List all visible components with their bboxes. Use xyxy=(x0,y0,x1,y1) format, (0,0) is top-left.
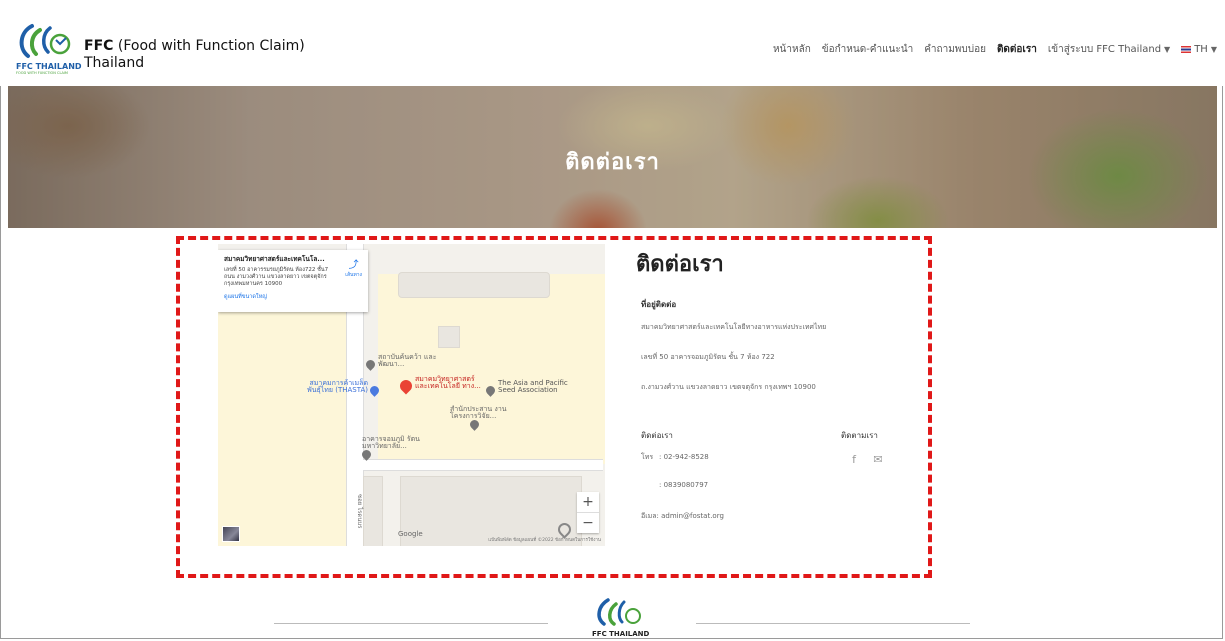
map-area xyxy=(218,304,348,546)
map-pin-icon xyxy=(368,383,381,397)
map-card-address: เลขที่ 50 อาคารรมรยภูมิรัตน ห้อง722 ชั้น… xyxy=(224,267,329,287)
brand-rest: (Food with Function Claim) xyxy=(113,38,305,54)
map-road xyxy=(363,459,603,471)
map-place-pin[interactable]: สำนักประสาน งานโครงการวิจัย... xyxy=(450,405,510,431)
footer-divider xyxy=(274,623,548,624)
directions-button[interactable]: ⤴ เส้นทาง xyxy=(345,256,362,279)
map-larger-link[interactable]: ดูแผนที่ขนาดใหญ่ xyxy=(224,293,362,301)
map-pin-label: สมาคมวิทยาศาสตร์ และเทคโนโลยี ทาง... xyxy=(415,375,481,390)
logo-text: FFC THAILAND xyxy=(16,62,82,71)
directions-icon: ⤴ xyxy=(348,260,359,271)
nav-language[interactable]: TH ▼ xyxy=(1181,44,1217,55)
chevron-down-icon: ▼ xyxy=(1210,45,1217,54)
map-info-card: สมาคมวิทยาศาสตร์และเทคโนโล... เลขที่ 50 … xyxy=(218,250,368,312)
google-logo: Google xyxy=(398,530,423,538)
map-pin-label: อาคารจอมภูมิ รัตน มหาวิทยาลัย... xyxy=(362,435,420,450)
map-attribution: แป้นพิมพ์ลัด ข้อมูลแผนที่ ©2022 ข้อกำหนด… xyxy=(488,538,601,543)
main-nav: หน้าหลัก ข้อกำหนด-คำแนะนำ คำถามพบบ่อย ติ… xyxy=(773,42,1217,57)
map-zoom-control: + − xyxy=(577,492,599,533)
zoom-out-button[interactable]: − xyxy=(577,512,599,533)
map-road-label: ซอย ไรดนบร xyxy=(356,494,363,529)
hero-title: ติดต่อเรา xyxy=(565,150,660,175)
nav-faq[interactable]: คำถามพบบ่อย xyxy=(924,42,986,57)
contact-title: ติดต่อเรา xyxy=(636,252,724,277)
thai-flag-icon xyxy=(1181,45,1192,53)
logo-subtext: FOOD WITH FUNCTION CLAIM xyxy=(16,71,68,75)
location-pin-icon xyxy=(397,377,415,395)
site-header: FFC THAILAND FOOD WITH FUNCTION CLAIM FF… xyxy=(0,0,1225,86)
map-pin-label: สมาคมการค้าเมล็ด พันธุ์ไทย (THASTA) xyxy=(307,379,368,394)
contact-heading: ติดต่อเรา xyxy=(641,431,673,440)
map-building xyxy=(363,476,383,546)
address-heading: ที่อยู่ติดต่อ xyxy=(641,300,677,309)
map-place-pin[interactable]: สถาบันค้นคว้า และพัฒนา... xyxy=(364,353,438,371)
map-pin-icon xyxy=(364,357,377,371)
hero-banner: ติดต่อเรา xyxy=(8,86,1217,228)
directions-label: เส้นทาง xyxy=(345,272,362,278)
follow-heading: ติดตามเรา xyxy=(841,431,878,440)
email-row: อีเมล: admin@fostat.org xyxy=(641,511,724,522)
map-pin-icon xyxy=(468,418,481,431)
footer-divider xyxy=(696,623,970,624)
phone-label: โทร xyxy=(641,453,654,461)
map-pin-label: สำนักประสาน งานโครงการวิจัย... xyxy=(450,405,507,420)
site-brand[interactable]: FFC (Food with Function Claim) Thailand xyxy=(84,38,305,72)
map-pin-icon xyxy=(484,383,497,397)
map-pin-label: The Asia and Pacific Seed Association xyxy=(498,379,568,394)
email-label: อีเมล xyxy=(641,512,657,520)
nav-language-label: TH xyxy=(1194,44,1208,55)
map-pin-label: สถาบันค้นคว้า และพัฒนา... xyxy=(378,353,437,368)
map-place-pin[interactable]: สมาคมการค้าเมล็ด พันธุ์ไทย (THASTA) xyxy=(298,379,382,397)
map-place-pin[interactable]: The Asia and Pacific Seed Association xyxy=(484,379,578,397)
address-line: เลขที่ 50 อาคารจอมภูมิรัตน ชั้น 7 ห้อง 7… xyxy=(641,353,775,361)
map-place-pin[interactable]: อาคารจอมภูมิ รัตน มหาวิทยาลัย... xyxy=(360,435,422,461)
address-line: สมาคมวิทยาศาสตร์และเทคโนโลยีทางอาหารแห่ง… xyxy=(641,323,827,331)
phone-number-2[interactable]: : 0839080797 xyxy=(659,481,708,489)
nav-login[interactable]: เข้าสู่ระบบ FFC Thailand ▼ xyxy=(1048,42,1170,57)
selected-location-pin[interactable]: สมาคมวิทยาศาสตร์ และเทคโนโลยี ทาง... xyxy=(397,375,487,395)
nav-login-label: เข้าสู่ระบบ FFC Thailand xyxy=(1047,44,1162,55)
map-pin-icon xyxy=(360,448,373,461)
email-address[interactable]: : admin@fostat.org xyxy=(657,512,724,520)
nav-home[interactable]: หน้าหลัก xyxy=(773,42,811,57)
address-line: ถ.งามวงศ์วาน แขวงลาดยาว เขตจตุจักร กรุงเ… xyxy=(641,383,816,391)
map-building xyxy=(398,272,550,298)
brand-line2: Thailand xyxy=(84,55,145,71)
map-building xyxy=(438,326,460,348)
nav-regulations[interactable]: ข้อกำหนด-คำแนะนำ xyxy=(822,42,913,57)
phone-row: โทร : 02-942-8528 xyxy=(641,452,709,463)
phone-number[interactable]: : 02-942-8528 xyxy=(659,453,709,461)
satellite-thumbnail[interactable] xyxy=(222,526,240,542)
google-map[interactable]: สมาคมวิทยาศาสตร์และเทคโนโล... เลขที่ 50 … xyxy=(218,244,605,546)
nav-contact[interactable]: ติดต่อเรา xyxy=(997,42,1037,57)
map-card-title: สมาคมวิทยาศาสตร์และเทคโนโล... xyxy=(224,255,325,263)
footer-logo-text: FFC THAILAND xyxy=(592,630,650,638)
brand-bold: FFC xyxy=(84,38,114,54)
zoom-in-button[interactable]: + xyxy=(577,492,599,512)
facebook-icon[interactable]: f xyxy=(845,451,863,469)
chevron-down-icon: ▼ xyxy=(1164,45,1171,54)
email-icon[interactable]: ✉ xyxy=(869,451,887,469)
